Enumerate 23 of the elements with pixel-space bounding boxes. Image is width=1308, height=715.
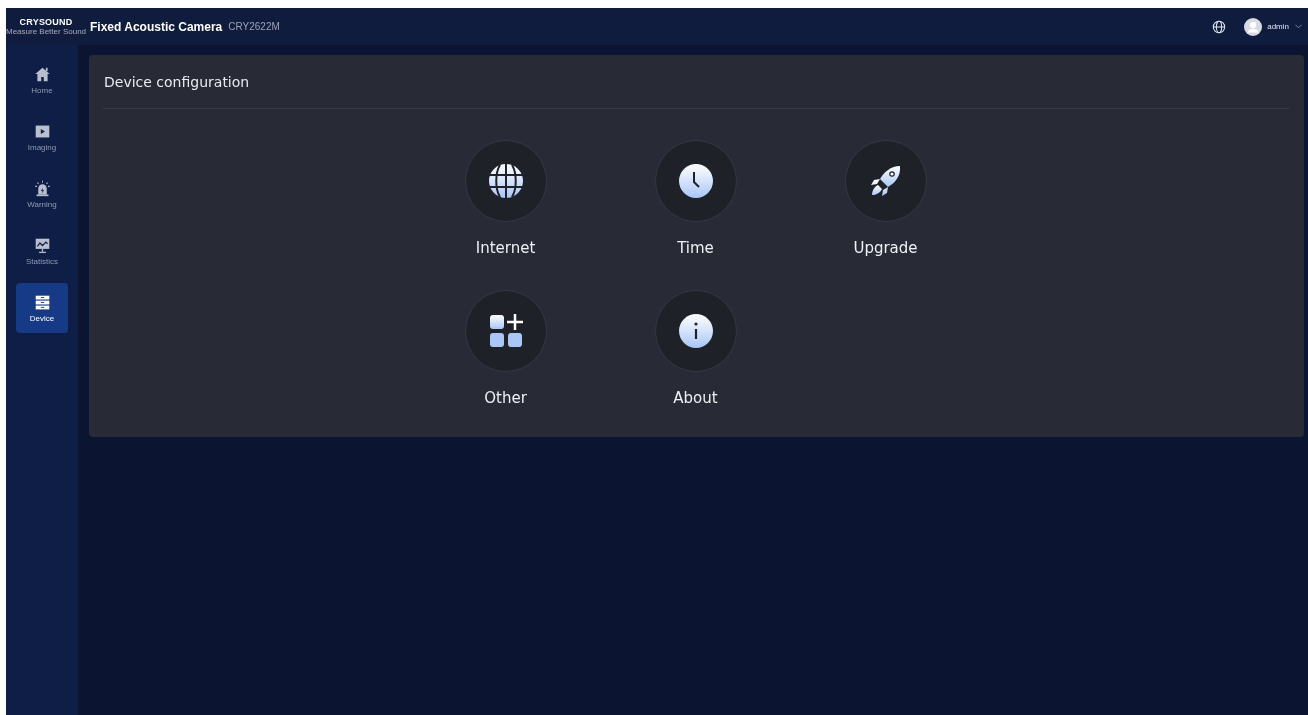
panel-title: Device configuration (103, 55, 1290, 109)
nav-item[interactable]: Imaging (16, 112, 68, 162)
globe-icon[interactable] (1212, 19, 1227, 34)
option-label[interactable]: About (673, 389, 718, 407)
chart-monitor-icon (33, 236, 51, 254)
option-label[interactable]: Upgrade (853, 239, 918, 257)
user-name[interactable]: admin (1267, 22, 1289, 31)
option-label[interactable]: Internet (475, 239, 536, 257)
alarm-icon (33, 179, 51, 197)
house-icon (33, 65, 51, 83)
server-icon (33, 293, 51, 311)
tagline: Measure Better Sound (6, 27, 87, 36)
nav-item[interactable]: Warning (16, 169, 68, 219)
nav-item[interactable]: Statistics (16, 226, 68, 276)
logo-text: CRYSOUND (19, 17, 73, 27)
app-title: Fixed Acoustic Camera (90, 19, 223, 34)
avatar-icon[interactable] (1244, 17, 1263, 36)
model-name: CRY2622M (228, 21, 280, 32)
nav-item[interactable]: Device (16, 283, 68, 333)
option-label[interactable]: Other (484, 389, 527, 407)
caret-icon[interactable] (1295, 24, 1302, 29)
option-label[interactable]: Time (677, 239, 714, 257)
nav-item[interactable]: Home (16, 55, 68, 105)
